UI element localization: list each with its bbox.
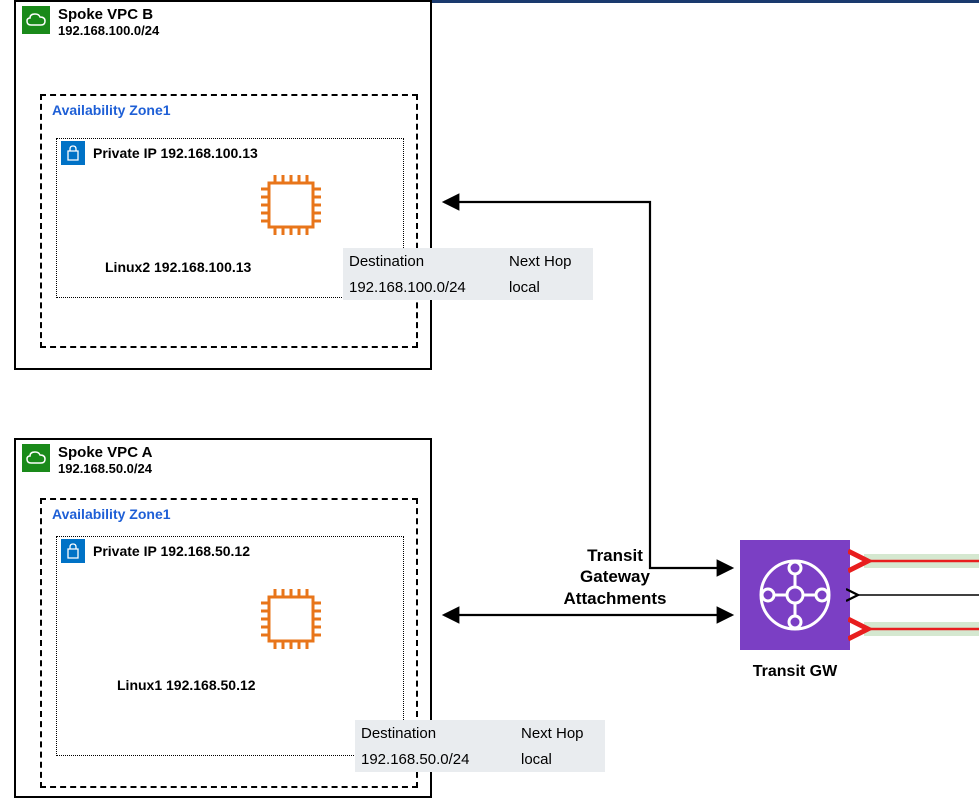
route-nexthop: local [503,277,593,298]
transit-gateway-icon [740,540,850,650]
vpc-b-subnet-header: Private IP 192.168.100.13 [57,139,403,167]
vpc-a-instance-label: Linux1 192.168.50.12 [117,677,256,693]
vpc-a-subnet-label: Private IP 192.168.50.12 [93,543,250,559]
vpc-b-title: Spoke VPC B [58,6,159,23]
cloud-icon [22,6,50,34]
cpu-icon [257,585,325,653]
route-header-nexthop: Next Hop [503,251,593,272]
vpc-b-subnet-label: Private IP 192.168.100.13 [93,145,258,161]
lock-icon [61,539,85,563]
vpc-b-az-label: Availability Zone1 [42,96,416,124]
vpc-b-route-table: Destination Next Hop 192.168.100.0/24 lo… [343,248,593,300]
tgw-attachments-label: Transit Gateway Attachments [540,545,690,609]
transit-gw-label: Transit GW [740,663,850,681]
vpc-b-instance-label: Linux2 192.168.100.13 [105,259,251,275]
decor-band [864,622,979,636]
route-nexthop: local [515,749,605,770]
vpc-a-subnet: Private IP 192.168.50.12 Linux1 192.168.… [56,536,404,756]
route-header-dest: Destination [343,251,503,272]
vpc-b-cidr: 192.168.100.0/24 [58,23,159,38]
vpc-b-header: Spoke VPC B 192.168.100.0/24 [16,2,430,42]
spoke-vpc-b: Spoke VPC B 192.168.100.0/24 Availabilit… [14,0,432,370]
vpc-a-route-table: Destination Next Hop 192.168.50.0/24 loc… [355,720,605,772]
vpc-a-cidr: 192.168.50.0/24 [58,461,152,476]
vpc-a-subnet-header: Private IP 192.168.50.12 [57,537,403,565]
cpu-icon [257,171,325,239]
route-dest: 192.168.50.0/24 [355,749,515,770]
vpc-a-title: Spoke VPC A [58,444,152,461]
decor-band [864,554,979,568]
route-dest: 192.168.100.0/24 [343,277,503,298]
route-header-dest: Destination [355,723,515,744]
cloud-icon [22,444,50,472]
route-header-nexthop: Next Hop [515,723,605,744]
lock-icon [61,141,85,165]
right-arrow-black-mid [852,586,979,604]
vpc-a-header: Spoke VPC A 192.168.50.0/24 [16,440,430,480]
vpc-a-az-label: Availability Zone1 [42,500,416,528]
top-border [425,0,979,3]
vpc-b-az: Availability Zone1 Private IP 192.168.10… [40,94,418,348]
